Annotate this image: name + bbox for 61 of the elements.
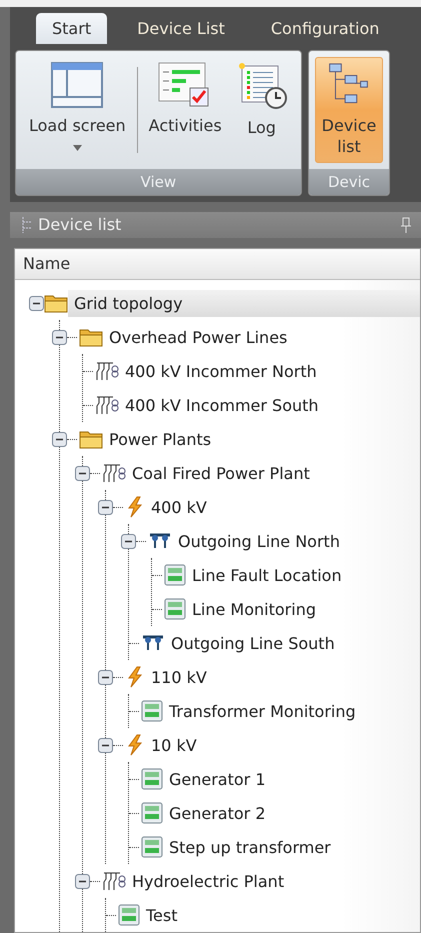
tree-item[interactable]: Outgoing Line North [172,528,346,554]
tree-icon [20,216,34,234]
folder-icon [79,327,103,347]
ribbon-button[interactable]: Log [228,56,295,163]
collapse-toggle[interactable] [98,500,113,514]
tree-item[interactable]: Transformer Monitoring [163,698,362,724]
tree-item[interactable]: Line Fault Location [186,562,348,588]
pane-title: Device list [38,215,122,234]
power-line-icon [102,870,126,892]
folder-icon [44,293,68,313]
tree-item[interactable]: Outgoing Line South [165,630,341,656]
lightning-icon [125,734,145,756]
tree-item[interactable]: Overhead Power Lines [103,324,294,350]
pin-icon[interactable] [401,216,411,233]
device-panel-icon [141,768,163,790]
tree-item[interactable]: 400 kV Incommer North [119,358,323,384]
tree-item[interactable]: Step up transformer [163,834,337,860]
bay-icon [148,532,172,550]
collapse-toggle[interactable] [121,534,136,548]
ribbon-tab[interactable]: Start [36,12,108,44]
tree-item[interactable]: Grid topology [68,290,420,316]
ribbon-button[interactable]: Device list [314,56,384,163]
group-label: View [16,168,301,195]
tree-item[interactable]: Generator 1 [163,766,272,792]
collapse-toggle[interactable] [98,738,113,752]
tree-item[interactable]: 400 kV Incommer South [119,392,325,418]
group-label: Devic [308,168,390,195]
tree-item[interactable]: Line Monitoring [186,596,322,622]
ribbon-button[interactable]: Activities [142,56,229,163]
ribbon-tab[interactable]: Device List [121,12,241,44]
tree-item[interactable]: Coal Fired Power Plant [126,460,316,486]
tree-item[interactable]: 10 kV [145,732,203,758]
device-panel-icon [118,904,140,926]
collapse-toggle[interactable] [75,874,90,888]
ribbon-button[interactable]: Load screen [22,56,133,163]
device-panel-icon [141,802,163,824]
layout-icon [51,62,104,108]
power-line-icon [95,394,119,416]
device-panel-icon [141,836,163,858]
collapse-toggle[interactable] [52,330,67,344]
device-panel-icon [164,598,186,620]
folder-icon [79,429,103,449]
tree-item[interactable]: 400 kV [145,494,213,520]
tree-item[interactable]: Power Plants [103,426,218,452]
power-line-icon [102,462,126,484]
device-panel-icon [141,700,163,722]
collapse-toggle[interactable] [52,432,67,446]
tree-item[interactable]: Generator 2 [163,800,272,826]
collapse-toggle[interactable] [75,466,90,480]
collapse-toggle[interactable] [98,670,113,684]
lightning-icon [125,496,145,518]
device-panel-icon [164,564,186,586]
lightning-icon [125,666,145,688]
tree-item[interactable]: Test [140,902,184,928]
ribbon-tab[interactable]: Configuration [254,12,396,44]
tree-item[interactable]: 110 kV [145,664,213,690]
power-line-icon [95,360,119,382]
bay-icon [141,634,165,652]
tree-item[interactable]: Hydroelectric Plant [126,868,290,894]
column-header[interactable]: Name [15,249,420,280]
collapse-toggle[interactable] [29,296,44,310]
